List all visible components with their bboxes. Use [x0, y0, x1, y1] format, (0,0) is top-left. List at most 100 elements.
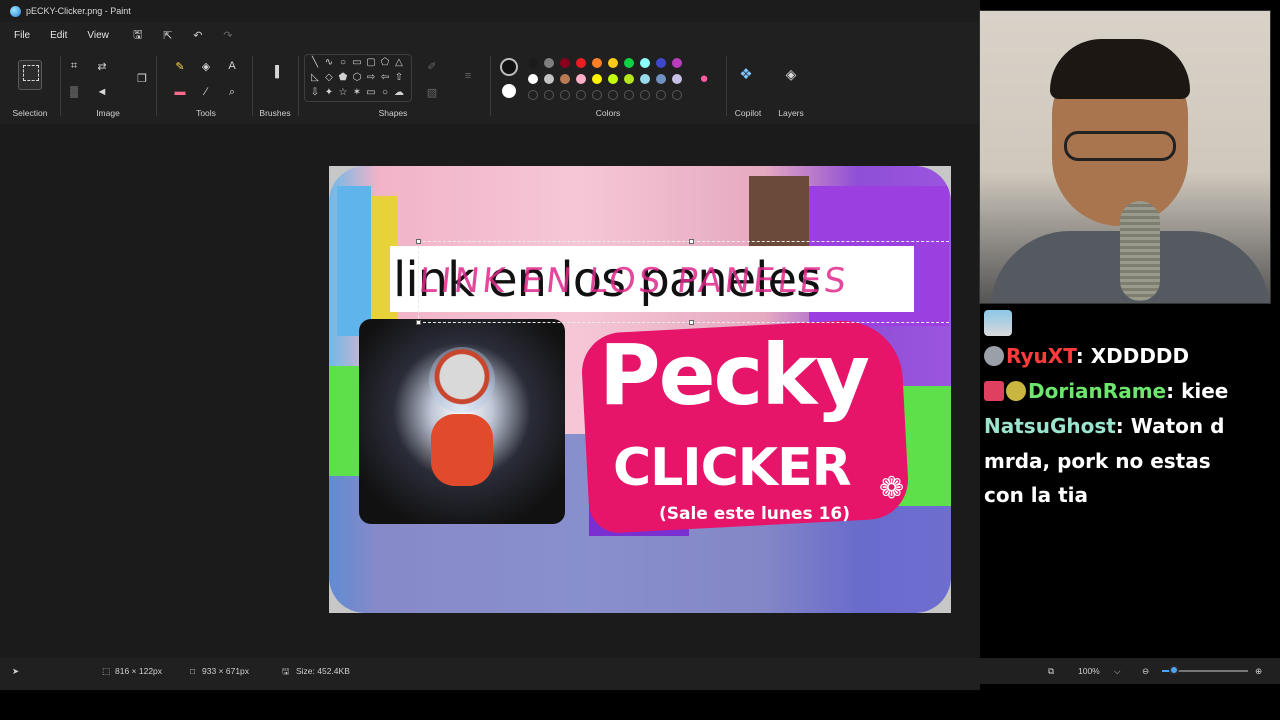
copilot-icon[interactable]: ❖ — [738, 66, 754, 83]
oval-callout-shape-icon[interactable]: ○ — [379, 87, 391, 99]
microphone — [1120, 201, 1160, 301]
left-arrow-shape-icon[interactable]: ⇦ — [379, 72, 391, 84]
redo-icon[interactable]: ↷ — [221, 28, 235, 42]
color-swatch[interactable] — [544, 74, 554, 84]
chat-message-continued: mrda, pork no estas — [984, 449, 1211, 473]
six-point-star-shape-icon[interactable]: ✶ — [351, 87, 363, 99]
fill-icon[interactable]: ◈ — [198, 58, 214, 74]
chat-avatar — [984, 310, 1012, 336]
color-swatch[interactable] — [640, 58, 650, 68]
resize-handle[interactable] — [689, 320, 694, 325]
undo-icon[interactable]: ↶ — [191, 28, 205, 42]
shape-fill-icon[interactable]: ▧ — [424, 84, 440, 100]
color-swatch[interactable] — [656, 74, 666, 84]
text-icon[interactable]: A — [224, 58, 240, 74]
zoom-out-icon[interactable]: ⊖ — [1142, 666, 1149, 677]
share-icon[interactable]: ⇱ — [161, 28, 175, 42]
zoom-in-icon[interactable]: ⊕ — [1255, 666, 1262, 677]
color-swatch[interactable] — [592, 90, 602, 100]
resize-handle[interactable] — [416, 320, 421, 325]
fit-to-window-icon[interactable]: ⧉ — [1048, 666, 1054, 677]
resize-icon[interactable]: ⇄ — [94, 58, 110, 74]
thumbnail-artwork: link en los paneles LINK EN LOS PANELES … — [329, 166, 951, 613]
color-swatch[interactable] — [624, 90, 634, 100]
color-swatch[interactable] — [608, 58, 618, 68]
rounded-rect-shape-icon[interactable]: ▢ — [365, 57, 377, 69]
right-triangle-shape-icon[interactable]: ◺ — [309, 72, 321, 84]
selection-marquee[interactable] — [418, 241, 951, 323]
color-swatch[interactable] — [560, 90, 570, 100]
cloud-callout-shape-icon[interactable]: ☁ — [393, 87, 405, 99]
color-swatch[interactable] — [672, 74, 682, 84]
pentagon-shape-icon[interactable]: ⬟ — [337, 72, 349, 84]
magnifier-icon[interactable]: ⌕ — [224, 84, 240, 100]
stroke-size-icon[interactable]: ≡ — [460, 68, 476, 84]
primary-color-swatch[interactable] — [500, 58, 518, 76]
up-arrow-shape-icon[interactable]: ⇧ — [393, 72, 405, 84]
chat-badge-icon — [984, 346, 1004, 366]
color-swatch[interactable] — [656, 58, 666, 68]
color-swatch[interactable] — [528, 58, 538, 68]
menu-edit[interactable]: Edit — [44, 30, 73, 41]
callout-shape-icon[interactable]: ▭ — [365, 87, 377, 99]
chat-message-continued: con la tia — [984, 483, 1089, 507]
color-swatch[interactable] — [608, 90, 618, 100]
five-point-star-shape-icon[interactable]: ☆ — [337, 87, 349, 99]
canvas-image[interactable]: link en los paneles LINK EN LOS PANELES … — [329, 166, 951, 613]
right-arrow-shape-icon[interactable]: ⇨ — [365, 72, 377, 84]
outline-icon[interactable]: ✐ — [424, 58, 440, 74]
color-picker-icon[interactable]: ∕ — [198, 84, 214, 100]
color-swatch[interactable] — [544, 90, 554, 100]
brush-icon[interactable]: ▐ — [267, 64, 283, 80]
line-shape-icon[interactable]: ╲ — [309, 57, 321, 69]
color-swatch[interactable] — [528, 90, 538, 100]
pencil-icon[interactable]: ✎ — [172, 58, 188, 74]
edit-colors-icon[interactable]: ● — [696, 70, 712, 87]
rotate-icon[interactable]: ◄ — [94, 84, 110, 100]
copilot-label: Copilot — [734, 108, 762, 118]
color-swatch[interactable] — [560, 58, 570, 68]
image-tools-icon[interactable]: ❐ — [134, 70, 150, 86]
color-swatch[interactable] — [624, 58, 634, 68]
color-swatch[interactable] — [592, 74, 602, 84]
color-swatch[interactable] — [528, 74, 538, 84]
color-swatch[interactable] — [560, 74, 570, 84]
oval-shape-icon[interactable]: ○ — [337, 57, 349, 69]
color-swatch[interactable] — [576, 90, 586, 100]
secondary-color-swatch[interactable] — [502, 84, 516, 98]
crop-icon[interactable]: ⌗ — [66, 58, 82, 74]
zoom-level[interactable]: 100% — [1078, 666, 1100, 676]
triangle-shape-icon[interactable]: △ — [393, 57, 405, 69]
select-all-icon[interactable]: ▒ — [66, 84, 82, 100]
color-swatch[interactable] — [672, 58, 682, 68]
rectangle-shape-icon[interactable]: ▭ — [351, 57, 363, 69]
color-swatch[interactable] — [656, 90, 666, 100]
zoom-slider-thumb[interactable] — [1169, 665, 1179, 675]
color-swatch[interactable] — [592, 58, 602, 68]
color-swatch[interactable] — [608, 74, 618, 84]
four-point-star-shape-icon[interactable]: ✦ — [323, 87, 335, 99]
color-swatch[interactable] — [640, 74, 650, 84]
menu-bar: File Edit View 🖫 ⇱ ↶ ↷ — [0, 24, 243, 46]
down-arrow-shape-icon[interactable]: ⇩ — [309, 87, 321, 99]
layers-icon[interactable]: ◈ — [783, 66, 799, 82]
menu-view[interactable]: View — [81, 30, 115, 41]
menu-file[interactable]: File — [8, 30, 36, 41]
color-swatch[interactable] — [624, 74, 634, 84]
resize-handle[interactable] — [416, 239, 421, 244]
color-swatch[interactable] — [576, 58, 586, 68]
save-icon[interactable]: 🖫 — [131, 28, 145, 42]
color-swatch[interactable] — [640, 90, 650, 100]
color-swatch[interactable] — [544, 58, 554, 68]
polygon-shape-icon[interactable]: ⬠ — [379, 57, 391, 69]
eraser-icon[interactable]: ▬ — [172, 84, 188, 100]
selection-tool[interactable] — [18, 60, 42, 90]
chevron-down-icon[interactable]: ⌵ — [1114, 666, 1120, 677]
shapes-gallery[interactable]: ╲ ∿ ○ ▭ ▢ ⬠ △ ◺ ◇ ⬟ ⬡ ⇨ ⇦ ⇧ ⇩ ✦ ☆ ✶ ▭ ○ … — [304, 54, 412, 102]
resize-handle[interactable] — [689, 239, 694, 244]
diamond-shape-icon[interactable]: ◇ — [323, 72, 335, 84]
hexagon-shape-icon[interactable]: ⬡ — [351, 72, 363, 84]
curve-shape-icon[interactable]: ∿ — [323, 57, 335, 69]
color-swatch[interactable] — [576, 74, 586, 84]
color-swatch[interactable] — [672, 90, 682, 100]
